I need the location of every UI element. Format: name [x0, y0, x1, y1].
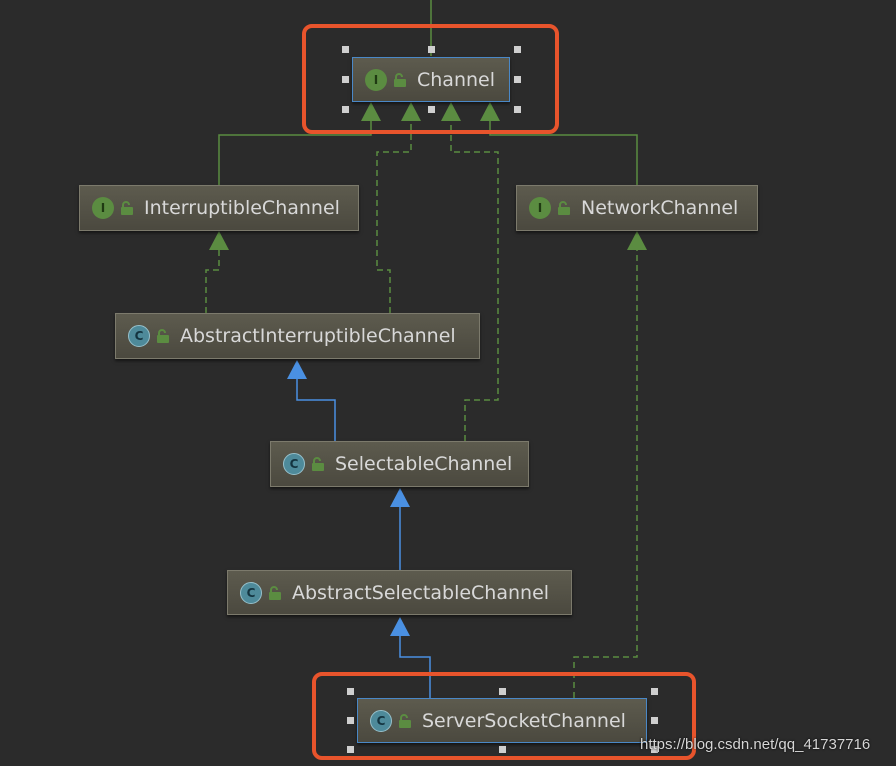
resize-handle[interactable]	[499, 746, 506, 753]
node-interruptible-channel[interactable]: I InterruptibleChannel	[79, 185, 359, 231]
edge-abs-interruptible-to-channel	[376, 120, 412, 313]
edge-server-socket-to-network	[573, 248, 638, 698]
node-label: InterruptibleChannel	[144, 197, 340, 219]
resize-handle[interactable]	[514, 46, 521, 53]
lock-open-icon	[311, 457, 325, 471]
lock-open-icon	[557, 201, 571, 215]
resize-handle[interactable]	[428, 46, 435, 53]
resize-handle[interactable]	[342, 46, 349, 53]
resize-handle[interactable]	[499, 688, 506, 695]
lock-open-icon	[268, 585, 282, 600]
edge-selectable-to-channel	[450, 120, 499, 441]
node-abstract-interruptible-channel[interactable]: C AbstractInterruptibleChannel	[115, 313, 480, 359]
lock-open-icon	[393, 72, 407, 87]
abstract-class-icon: C	[283, 453, 305, 475]
arrowhead	[390, 617, 410, 636]
resize-handle[interactable]	[651, 688, 658, 695]
edge-abs-interruptible-to-interruptible	[205, 248, 220, 313]
lock-open-icon	[120, 201, 134, 215]
arrowhead	[209, 231, 229, 250]
lock-open-icon	[398, 713, 412, 728]
node-label: AbstractInterruptibleChannel	[180, 325, 456, 347]
node-abstract-selectable-channel[interactable]: C AbstractSelectableChannel	[227, 570, 572, 615]
abstract-class-icon: C	[370, 709, 392, 732]
interface-icon: I	[365, 68, 387, 91]
resize-handle[interactable]	[514, 76, 521, 83]
edge-selectable-to-abs-interruptible	[296, 377, 336, 441]
node-label: SelectableChannel	[335, 453, 513, 475]
lock-open-icon	[156, 329, 170, 343]
resize-handle[interactable]	[347, 688, 354, 695]
abstract-class-icon: C	[240, 581, 262, 604]
node-label: ServerSocketChannel	[422, 709, 626, 732]
resize-handle[interactable]	[428, 106, 435, 113]
resize-handle[interactable]	[347, 717, 354, 724]
resize-handle[interactable]	[342, 76, 349, 83]
interface-icon: I	[92, 197, 114, 219]
watermark-url: https://blog.csdn.net/qq_41737716	[640, 736, 871, 753]
resize-handle[interactable]	[342, 106, 349, 113]
resize-handle[interactable]	[347, 746, 354, 753]
node-channel[interactable]: I Channel	[352, 57, 510, 102]
arrowhead	[627, 231, 647, 250]
node-label: Channel	[417, 68, 496, 91]
node-label: AbstractSelectableChannel	[292, 581, 550, 604]
node-server-socket-channel[interactable]: C ServerSocketChannel	[357, 698, 647, 743]
node-selectable-channel[interactable]: C SelectableChannel	[270, 441, 529, 487]
abstract-class-icon: C	[128, 325, 150, 347]
resize-handle[interactable]	[514, 106, 521, 113]
arrowhead	[287, 360, 307, 379]
interface-icon: I	[529, 197, 551, 219]
arrowhead	[390, 488, 410, 507]
node-network-channel[interactable]: I NetworkChannel	[516, 185, 758, 231]
node-label: NetworkChannel	[581, 197, 739, 219]
resize-handle[interactable]	[651, 717, 658, 724]
